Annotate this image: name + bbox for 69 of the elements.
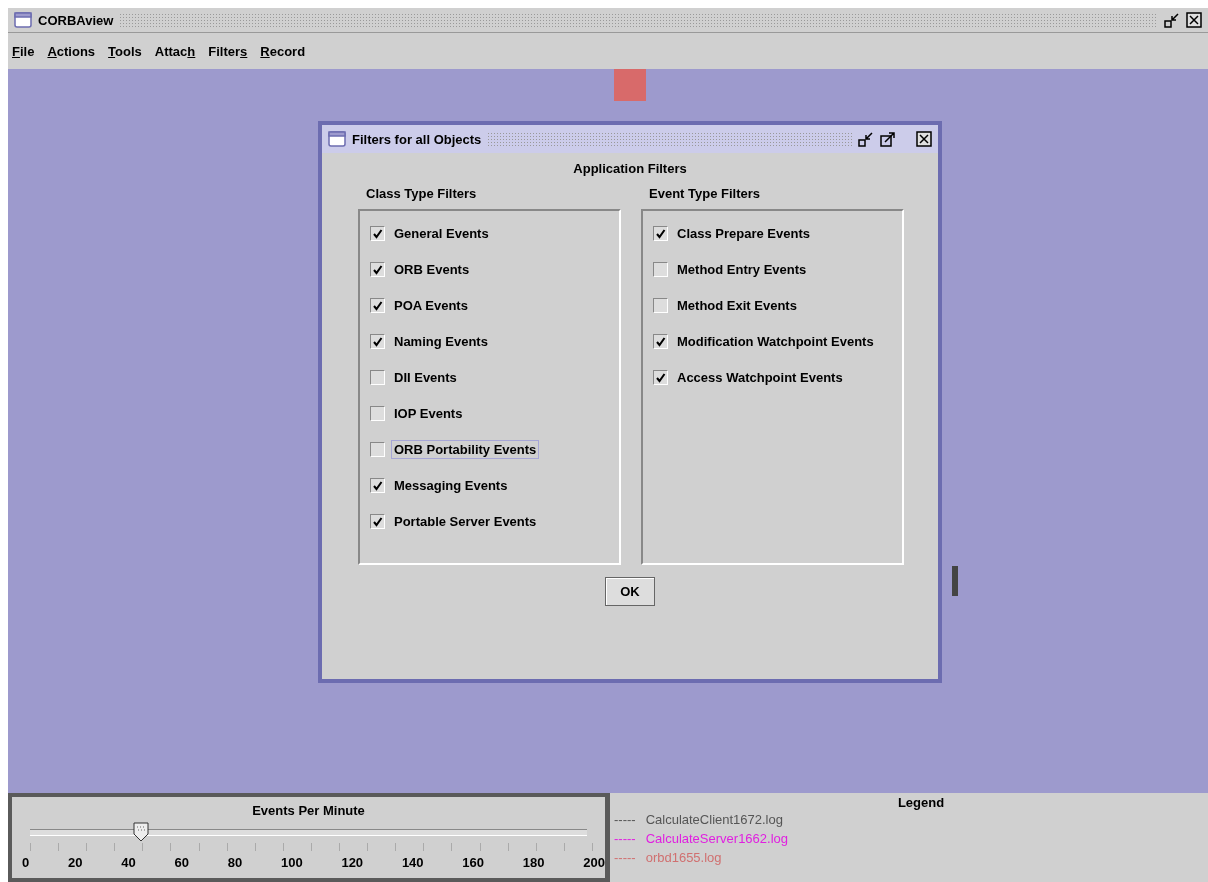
group-title: Class Type Filters xyxy=(366,186,478,201)
checkbox[interactable] xyxy=(653,225,668,241)
checkbox[interactable] xyxy=(653,261,668,277)
legend-dashes: ----- xyxy=(614,812,636,827)
tick-label: 60 xyxy=(174,855,189,870)
window-icon xyxy=(14,12,32,28)
checkbox-label[interactable]: Method Entry Events xyxy=(674,259,810,279)
menu-item[interactable]: Actions xyxy=(47,43,96,59)
checkbox[interactable] xyxy=(370,405,385,421)
checkbox-label[interactable]: ORB Portability Events xyxy=(391,439,540,459)
checkbox[interactable] xyxy=(653,297,668,313)
menu-item[interactable]: Tools xyxy=(108,43,142,59)
checkbox[interactable] xyxy=(370,333,385,349)
tick-label: 200 xyxy=(583,855,605,870)
checkbox[interactable] xyxy=(370,477,385,493)
close-icon[interactable] xyxy=(916,131,932,147)
dialog-icon xyxy=(328,131,346,147)
tick-label: 160 xyxy=(462,855,485,870)
checkbox-label[interactable]: Naming Events xyxy=(391,331,491,351)
checkbox-label[interactable]: ORB Events xyxy=(391,259,473,279)
checkbox-label[interactable]: Class Prepare Events xyxy=(674,223,813,243)
tick-label: 100 xyxy=(280,855,303,870)
menu-item[interactable]: File xyxy=(12,43,35,59)
dialog-title: Filters for all Objects xyxy=(352,131,482,147)
checkbox-label[interactable]: Portable Server Events xyxy=(391,511,540,531)
menu-item[interactable]: Record xyxy=(260,43,306,59)
tick-label: 40 xyxy=(121,855,136,870)
legend-label: orbd1655.log xyxy=(645,850,722,865)
window-title: CORBAview xyxy=(38,12,114,28)
legend-title: Legend xyxy=(896,795,946,810)
legend-dashes: ----- xyxy=(614,831,636,846)
legend-label: CalculateServer1662.log xyxy=(645,831,789,846)
node-marker xyxy=(614,69,646,101)
checkbox-label[interactable]: DII Events xyxy=(391,367,460,387)
checkbox-label[interactable]: Modification Watchpoint Events xyxy=(674,331,877,351)
maximize-icon[interactable] xyxy=(880,131,896,147)
legend-label: CalculateClient1672.log xyxy=(645,812,783,827)
checkbox-label[interactable]: IOP Events xyxy=(391,403,466,423)
checkbox[interactable] xyxy=(370,261,385,277)
checkbox-label[interactable]: General Events xyxy=(391,223,492,243)
checkbox-label[interactable]: Messaging Events xyxy=(391,475,511,495)
checkbox[interactable] xyxy=(370,513,385,529)
slider-thumb[interactable] xyxy=(133,822,150,842)
legend-dashes: ----- xyxy=(614,850,636,865)
group-title: Event Type Filters xyxy=(649,186,761,201)
minimize-icon[interactable] xyxy=(858,131,874,147)
checkbox[interactable] xyxy=(653,333,668,349)
checkbox-label[interactable]: Method Exit Events xyxy=(674,295,800,315)
close-icon[interactable] xyxy=(1186,12,1202,28)
checkbox[interactable] xyxy=(370,441,385,457)
checkbox[interactable] xyxy=(370,369,385,385)
tick-label: 20 xyxy=(68,855,83,870)
tick-label: 0 xyxy=(22,855,30,870)
panel-title: Events Per Minute xyxy=(251,803,366,818)
tick-label: 80 xyxy=(227,855,243,870)
checkbox[interactable] xyxy=(370,297,385,313)
checkbox-label[interactable]: POA Events xyxy=(391,295,471,315)
checkbox[interactable] xyxy=(370,225,385,241)
checkbox[interactable] xyxy=(653,369,668,385)
tick-label: 140 xyxy=(401,855,424,870)
menu-item[interactable]: Filters xyxy=(208,43,248,59)
checkbox-label[interactable]: Access Watchpoint Events xyxy=(674,367,846,387)
menu-item[interactable]: Attach xyxy=(154,43,196,59)
ok-button[interactable]: OK xyxy=(605,577,655,606)
tick-label: 180 xyxy=(522,855,545,870)
minimize-icon[interactable] xyxy=(1164,12,1180,28)
section-heading: Application Filters xyxy=(572,161,688,176)
resize-handle[interactable] xyxy=(952,566,958,596)
tick-label: 120 xyxy=(341,855,364,870)
